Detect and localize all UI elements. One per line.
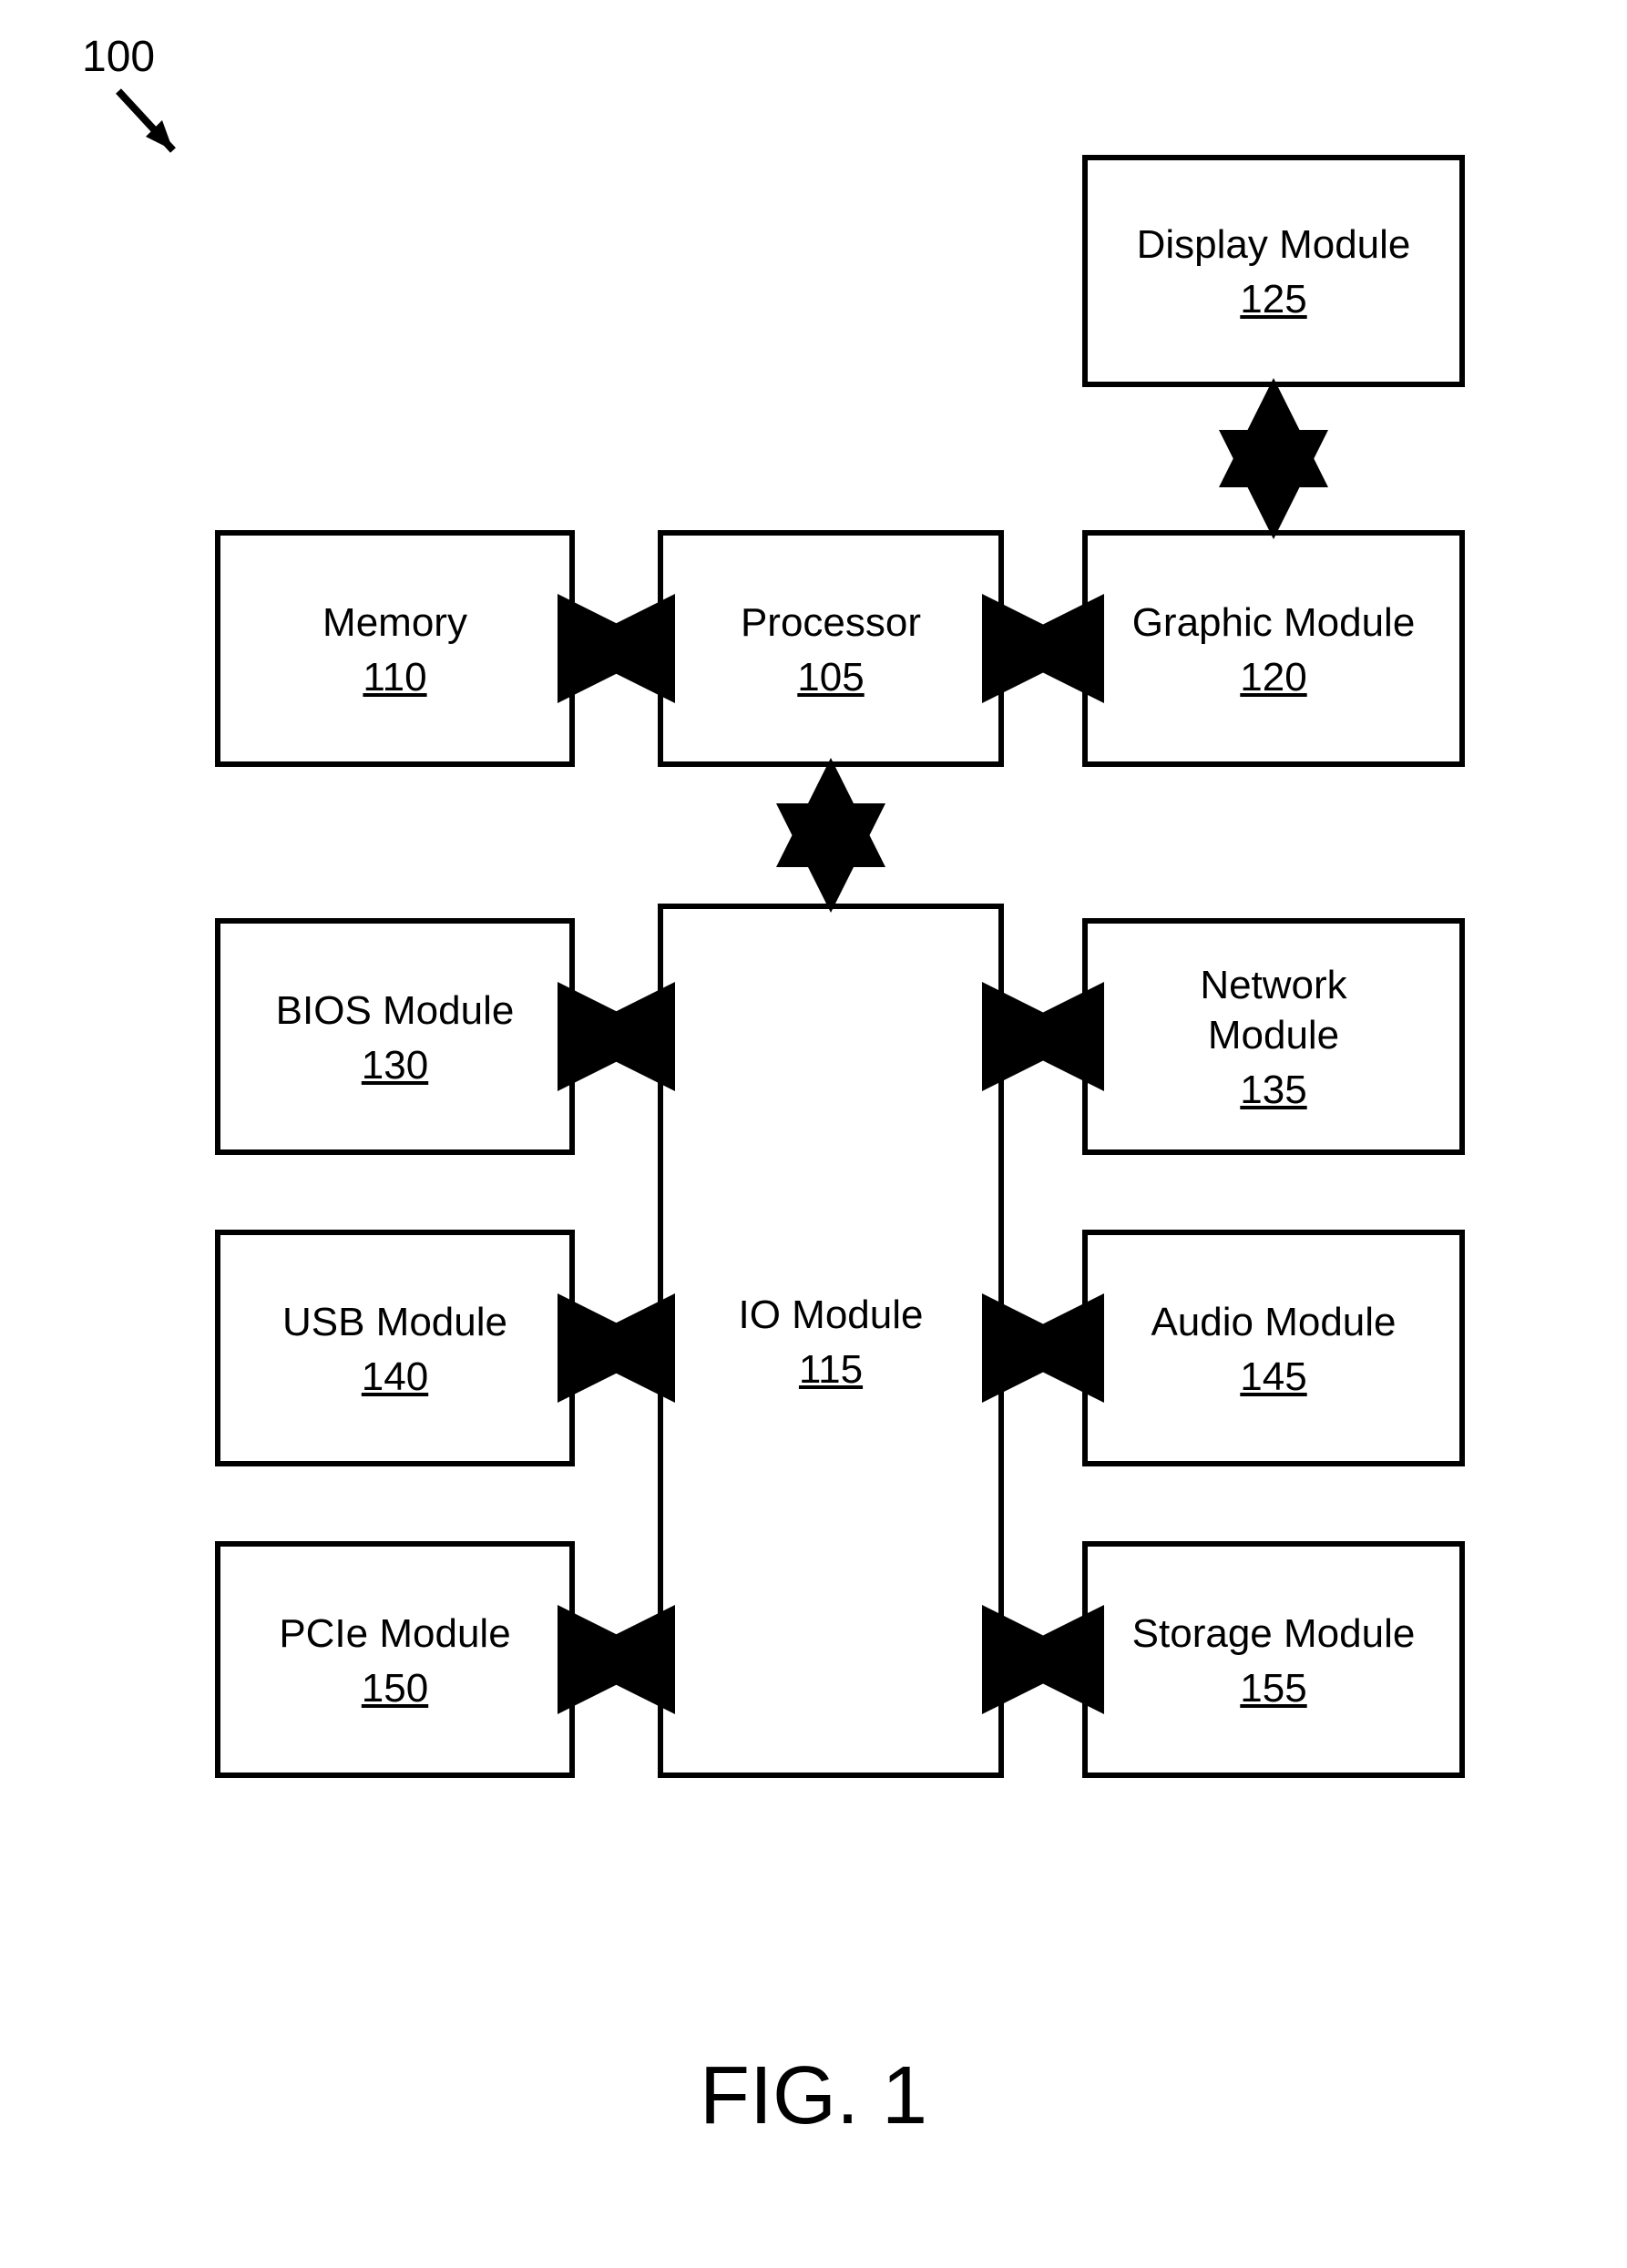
network-module-ref: 135 bbox=[1240, 1068, 1306, 1113]
audio-module-ref: 145 bbox=[1240, 1354, 1306, 1400]
processor-label: Processor bbox=[741, 598, 921, 648]
display-module-label: Display Module bbox=[1137, 220, 1411, 270]
processor-ref: 105 bbox=[797, 655, 864, 700]
bios-module-ref: 130 bbox=[362, 1043, 428, 1088]
storage-module-ref: 155 bbox=[1240, 1666, 1306, 1711]
usb-module-ref: 140 bbox=[362, 1354, 428, 1400]
graphic-module-label: Graphic Module bbox=[1132, 598, 1416, 648]
pcie-module-ref: 150 bbox=[362, 1666, 428, 1711]
usb-module-label: USB Module bbox=[282, 1297, 507, 1347]
graphic-module-ref: 120 bbox=[1240, 655, 1306, 700]
block-display-module: Display Module 125 bbox=[1082, 155, 1465, 387]
io-module-label: IO Module bbox=[739, 1290, 924, 1340]
bios-module-label: BIOS Module bbox=[276, 986, 515, 1036]
block-pcie-module: PCIe Module 150 bbox=[215, 1541, 575, 1778]
pcie-module-label: PCIe Module bbox=[279, 1609, 510, 1659]
storage-module-label: Storage Module bbox=[1132, 1609, 1416, 1659]
figure-ref-number: 100 bbox=[82, 32, 155, 82]
block-io-module: IO Module 115 bbox=[658, 904, 1004, 1778]
network-module-label: Network Module bbox=[1200, 960, 1346, 1060]
figure-caption: FIG. 1 bbox=[700, 2049, 927, 2143]
memory-label: Memory bbox=[322, 598, 467, 648]
block-bios-module: BIOS Module 130 bbox=[215, 918, 575, 1155]
block-memory: Memory 110 bbox=[215, 530, 575, 767]
io-module-ref: 115 bbox=[799, 1347, 863, 1393]
block-usb-module: USB Module 140 bbox=[215, 1230, 575, 1466]
diagram-page: 100 Display Module 125 Memory 110 Proces… bbox=[0, 0, 1627, 2268]
display-module-ref: 125 bbox=[1240, 277, 1306, 322]
memory-ref: 110 bbox=[363, 655, 426, 700]
block-network-module: Network Module 135 bbox=[1082, 918, 1465, 1155]
ref-arrow-icon bbox=[64, 64, 246, 246]
audio-module-label: Audio Module bbox=[1151, 1297, 1396, 1347]
block-audio-module: Audio Module 145 bbox=[1082, 1230, 1465, 1466]
block-graphic-module: Graphic Module 120 bbox=[1082, 530, 1465, 767]
block-processor: Processor 105 bbox=[658, 530, 1004, 767]
block-storage-module: Storage Module 155 bbox=[1082, 1541, 1465, 1778]
